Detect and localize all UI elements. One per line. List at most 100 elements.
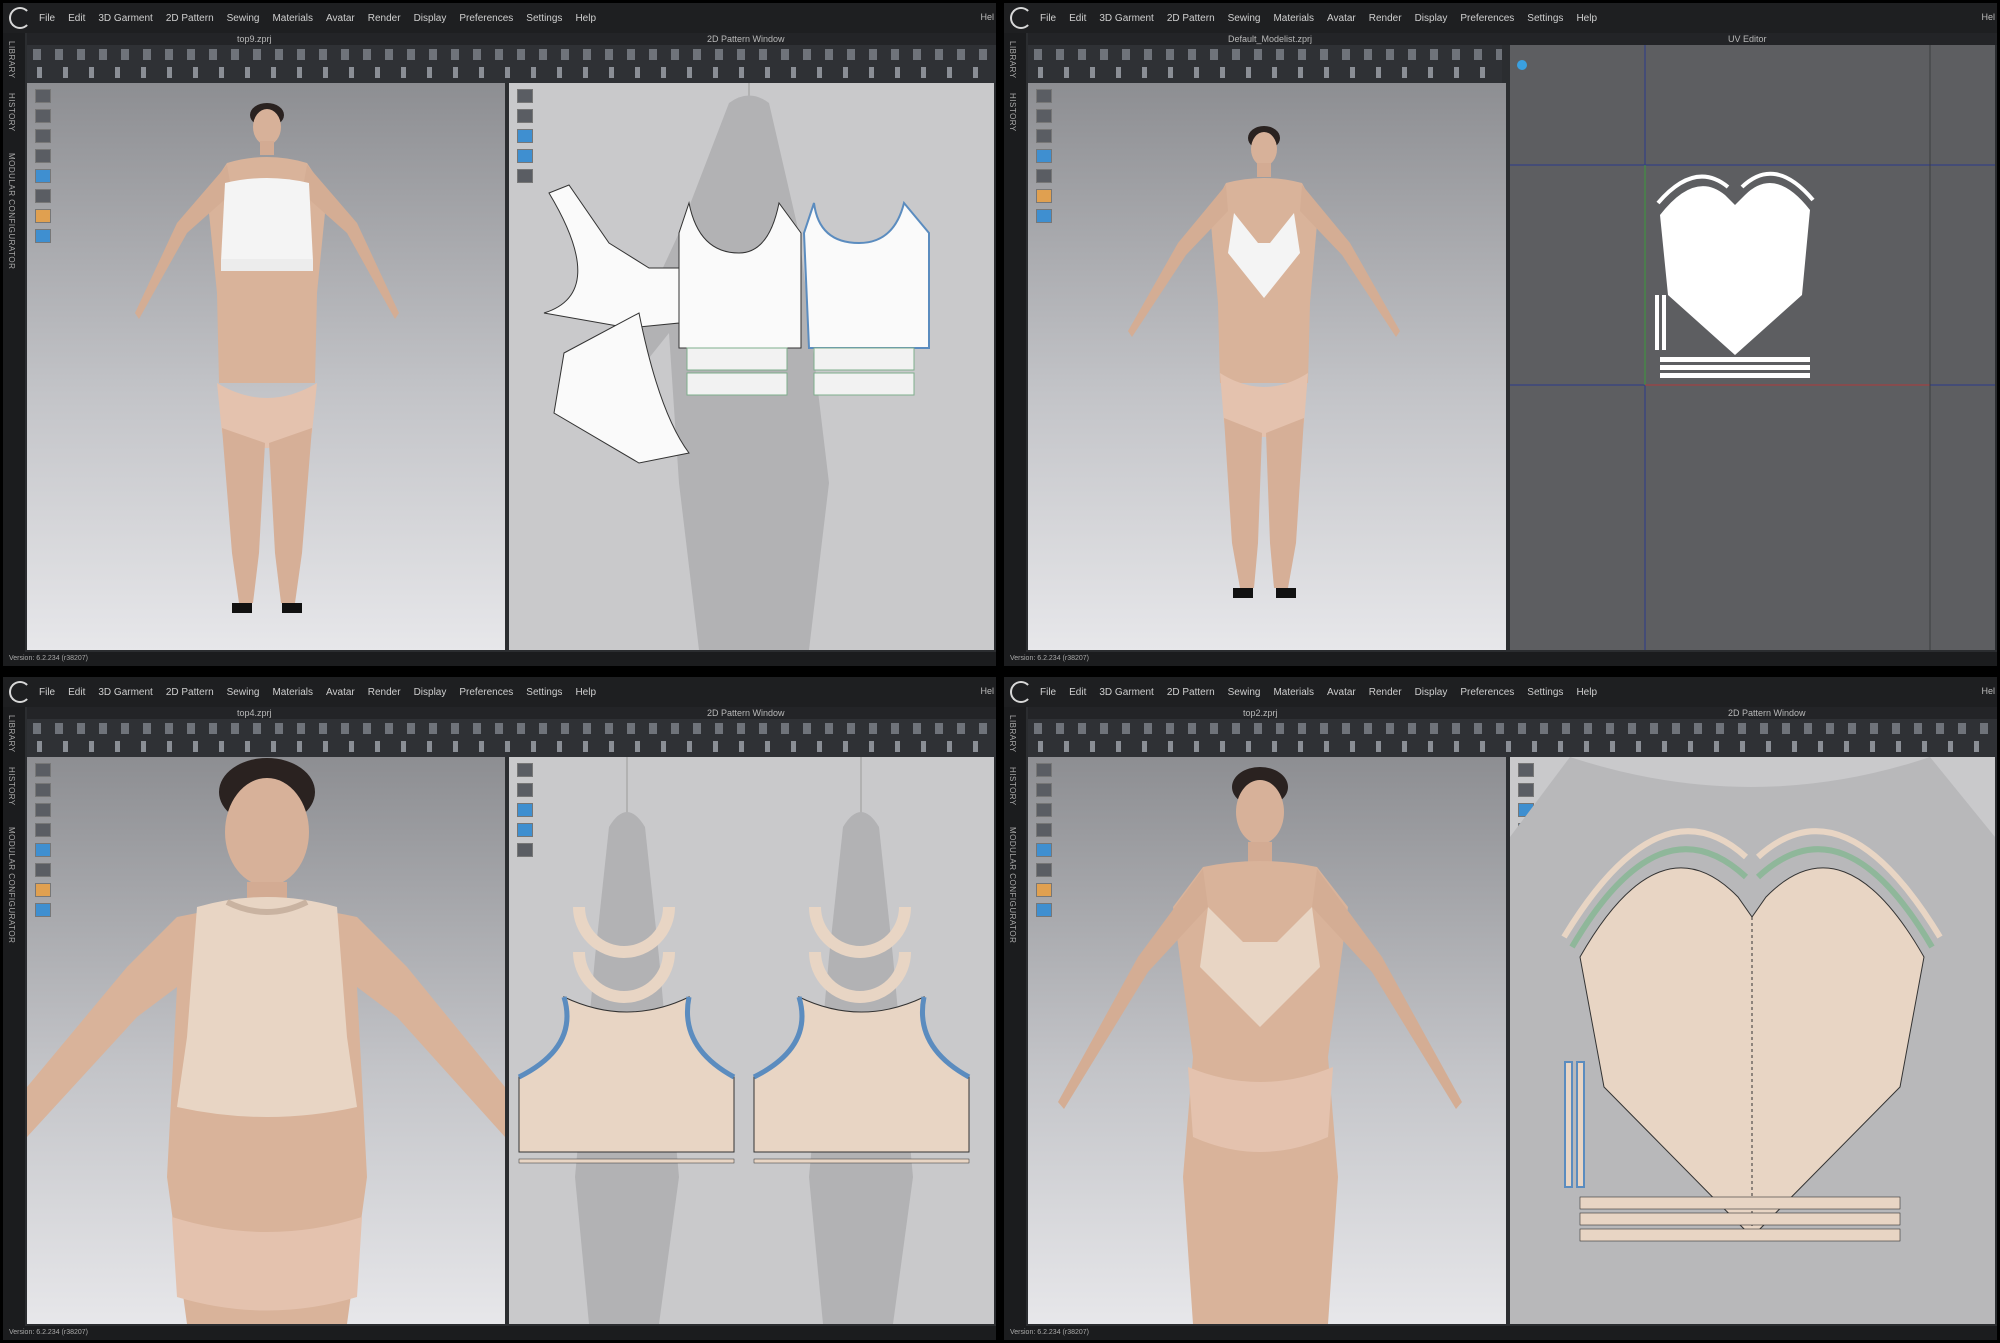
pattern-pieces [517,757,971,1324]
menu-materials[interactable]: Materials [272,687,313,698]
menu-settings[interactable]: Settings [1527,13,1563,24]
uv-layout [1510,45,1995,650]
pattern-window-title: 2D Pattern Window [707,34,785,44]
menu-help[interactable]: Help [575,13,596,24]
menu-preferences[interactable]: Preferences [459,13,513,24]
menu-render[interactable]: Render [368,687,401,698]
menu-edit[interactable]: Edit [68,13,85,24]
tab-library[interactable]: LIBRARY [1008,41,1017,79]
tab-history[interactable]: HISTORY [7,767,16,806]
menu-sewing[interactable]: Sewing [1228,13,1261,24]
menu-preferences[interactable]: Preferences [459,687,513,698]
menu-avatar[interactable]: Avatar [1327,687,1356,698]
clo-logo-icon[interactable] [1010,681,1032,703]
clo-logo-icon[interactable] [9,681,31,703]
3d-garment-viewport[interactable] [27,83,505,650]
menu-extra: Hel [1981,12,1995,22]
menu-display[interactable]: Display [414,13,447,24]
menu-materials[interactable]: Materials [272,13,313,24]
menu-preferences[interactable]: Preferences [1460,13,1514,24]
menu-render[interactable]: Render [368,13,401,24]
menu-materials[interactable]: Materials [1273,13,1314,24]
tab-history[interactable]: HISTORY [1008,93,1017,132]
menu-avatar[interactable]: Avatar [1327,13,1356,24]
menu-3d-garment[interactable]: 3D Garment [1099,13,1153,24]
tab-modular-configurator[interactable]: MODULAR CONFIGURATOR [1008,827,1017,943]
title-bar: top4.zprj 2D Pattern Window [27,707,996,719]
menu-file[interactable]: File [1040,687,1056,698]
menu-render[interactable]: Render [1369,13,1402,24]
3d-garment-viewport[interactable] [1028,83,1506,650]
left-sidebar: LIBRARY HISTORY MODULAR CONFIGURATOR [3,33,25,652]
app-window-2: File Edit 3D Garment 2D Pattern Sewing M… [1004,3,1997,666]
2d-pattern-viewport[interactable] [509,83,994,650]
3d-garment-viewport[interactable] [1028,757,1506,1324]
clo-logo-icon[interactable] [9,7,31,29]
uv-editor-viewport[interactable] [1510,45,1995,650]
menu-settings[interactable]: Settings [526,13,562,24]
tab-library[interactable]: LIBRARY [7,41,16,79]
2d-pattern-viewport[interactable] [509,757,994,1324]
menu-file[interactable]: File [39,13,55,24]
file-title: Default_Modelist.zprj [1228,34,1313,44]
tab-history[interactable]: HISTORY [7,93,16,132]
menu-2d-pattern[interactable]: 2D Pattern [1167,687,1215,698]
menu-avatar[interactable]: Avatar [326,13,355,24]
menu-display[interactable]: Display [1415,13,1448,24]
menu-help[interactable]: Help [1576,687,1597,698]
menu-2d-pattern[interactable]: 2D Pattern [166,687,214,698]
menu-display[interactable]: Display [1415,687,1448,698]
toolbar[interactable] [27,719,996,757]
menu-2d-pattern[interactable]: 2D Pattern [1167,13,1215,24]
menu-settings[interactable]: Settings [1527,687,1563,698]
menu-extra: Hel [980,686,994,696]
file-title: top9.zprj [237,34,272,44]
toolbar[interactable] [1028,719,1997,757]
tab-modular-configurator[interactable]: MODULAR CONFIGURATOR [7,827,16,943]
tab-history[interactable]: HISTORY [1008,767,1017,806]
menu-sewing[interactable]: Sewing [1228,687,1261,698]
pattern-window-title: 2D Pattern Window [1728,708,1806,718]
menu-sewing[interactable]: Sewing [227,687,260,698]
menu-display[interactable]: Display [414,687,447,698]
title-bar: Default_Modelist.zprj UV Editor [1028,33,1997,45]
status-bar: Version: 6.2.234 (r38207) [1004,652,1997,666]
menu-extra: Hel [1981,686,1995,696]
menu-3d-garment[interactable]: 3D Garment [1099,687,1153,698]
menu-3d-garment[interactable]: 3D Garment [98,687,152,698]
menu-settings[interactable]: Settings [526,687,562,698]
status-bar: Version: 6.2.234 (r38207) [3,652,996,666]
avatar-figure [1058,767,1462,1324]
pattern-pieces [543,83,930,650]
app-window-3: File Edit 3D Garment 2D Pattern Sewing M… [3,677,996,1340]
menu-edit[interactable]: Edit [68,687,85,698]
menu-sewing[interactable]: Sewing [227,13,260,24]
3d-garment-viewport[interactable] [27,757,505,1324]
clo-logo-icon[interactable] [1010,7,1032,29]
menu-preferences[interactable]: Preferences [1460,687,1514,698]
menu-materials[interactable]: Materials [1273,687,1314,698]
left-sidebar: LIBRARY HISTORY MODULAR CONFIGURATOR [1004,707,1026,1326]
toolbar[interactable] [1028,45,1502,83]
menu-edit[interactable]: Edit [1069,687,1086,698]
status-bar: Version: 6.2.234 (r38207) [3,1326,996,1340]
app-window-1: File Edit 3D Garment 2D Pattern Sewing M… [3,3,996,666]
menu-avatar[interactable]: Avatar [326,687,355,698]
toolbar[interactable] [27,45,996,83]
menu-help[interactable]: Help [1576,13,1597,24]
menu-3d-garment[interactable]: 3D Garment [98,13,152,24]
tab-modular-configurator[interactable]: MODULAR CONFIGURATOR [7,153,16,269]
2d-pattern-viewport[interactable] [1510,757,1995,1324]
uv-editor-title: UV Editor [1728,34,1767,44]
tab-library[interactable]: LIBRARY [7,715,16,753]
menu-file[interactable]: File [1040,13,1056,24]
menu-render[interactable]: Render [1369,687,1402,698]
menu-2d-pattern[interactable]: 2D Pattern [166,13,214,24]
tab-library[interactable]: LIBRARY [1008,715,1017,753]
menu-file[interactable]: File [39,687,55,698]
title-bar: top2.zprj 2D Pattern Window [1028,707,1997,719]
menu-help[interactable]: Help [575,687,596,698]
menu-extra: Hel [980,12,994,22]
menu-edit[interactable]: Edit [1069,13,1086,24]
avatar-figure [1128,126,1400,598]
